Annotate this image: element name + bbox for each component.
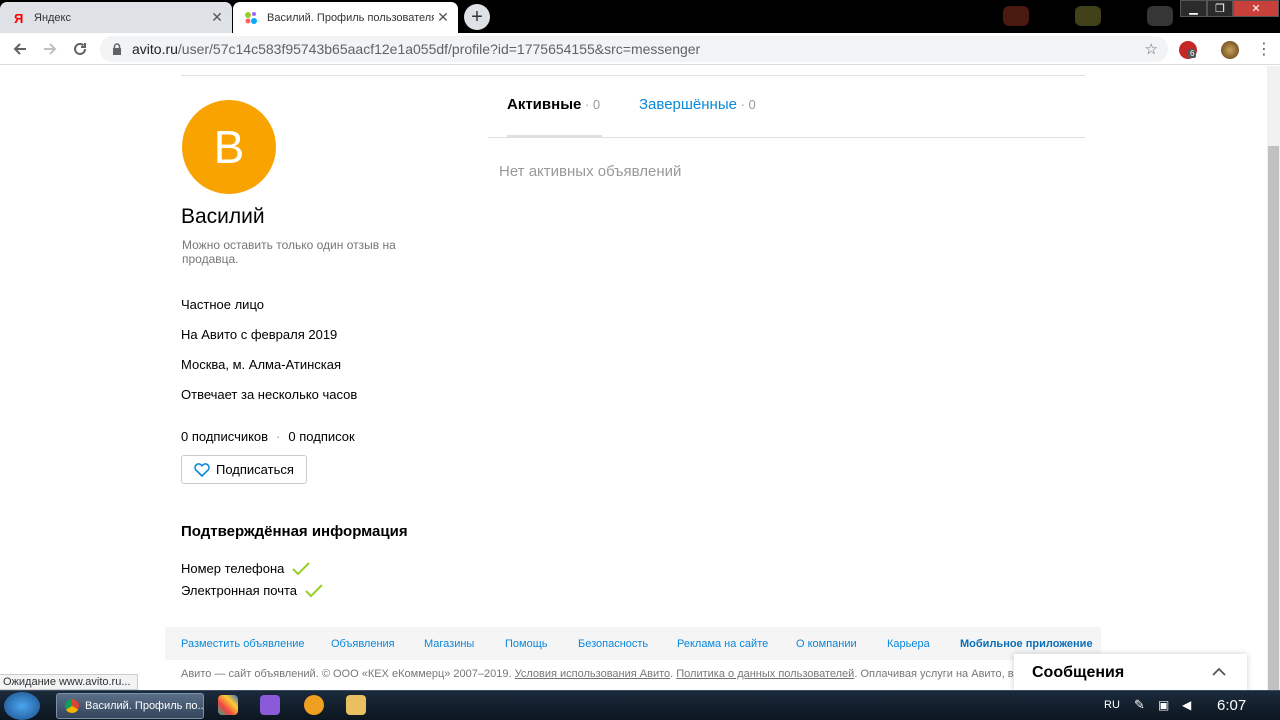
profile-extension-icon[interactable]: [1221, 41, 1239, 59]
tab-yandex[interactable]: Я Яндекс ✕: [0, 2, 232, 33]
tab-separator: ·: [581, 97, 593, 112]
volume-icon[interactable]: ◀: [1182, 698, 1191, 712]
taskbar-chrome-window[interactable]: Василий. Профиль по...: [56, 693, 204, 719]
privacy-link[interactable]: Политика о данных пользователей: [676, 668, 854, 680]
tab-avito[interactable]: Василий. Профиль пользователя на Авито ✕: [233, 2, 458, 33]
avatar: В: [182, 100, 276, 194]
verified-item-label: Номер телефона: [181, 561, 285, 576]
subscriber-counts: 0 подписчиков · 0 подписок: [181, 429, 355, 444]
window-decoration: [1003, 6, 1029, 26]
seller-type: Частное лицо: [181, 297, 264, 312]
tab-separator: ·: [736, 97, 749, 112]
profile-name: Василий: [181, 205, 265, 228]
tab-finished-listings[interactable]: Завершённые · 0: [639, 96, 756, 113]
response-time: Отвечает за несколько часов: [181, 387, 358, 402]
window-decoration: [1147, 6, 1173, 26]
verified-info-title: Подтверждённая информация: [181, 523, 408, 540]
footer-link[interactable]: Объявления: [331, 638, 395, 650]
messages-widget[interactable]: Сообщения: [1014, 654, 1247, 692]
footer-legal: Авито — сайт объявлений. © ООО «КЕХ еКом…: [181, 668, 1021, 682]
subscriptions-count[interactable]: 0 подписок: [288, 429, 354, 444]
avatar-letter: В: [213, 121, 245, 173]
close-window-button[interactable]: ✕: [1233, 0, 1279, 17]
footer-link[interactable]: Реклама на сайте: [677, 638, 768, 650]
url-host: avito.ru: [132, 41, 178, 57]
footer-link[interactable]: Магазины: [424, 638, 474, 650]
extension-badge: 6: [1188, 49, 1197, 58]
footer-link[interactable]: Разместить объявление: [181, 638, 305, 650]
music-player-icon[interactable]: [304, 695, 324, 715]
verified-item: Номер телефона: [181, 561, 311, 576]
avito-icon: [243, 10, 259, 26]
footer-link[interactable]: Карьера: [887, 638, 930, 650]
subscribe-button[interactable]: Подписаться: [181, 455, 307, 484]
review-note: Можно оставить только один отзыв на прод…: [182, 238, 396, 266]
tab-count: 0: [592, 97, 601, 112]
taskbar: Василий. Профиль по... RU ✎ ▣ ◀ 6:07: [0, 690, 1280, 720]
footer-link[interactable]: Помощь: [505, 638, 548, 650]
separator: ·: [276, 429, 281, 444]
footer-link[interactable]: О компании: [796, 638, 857, 650]
close-icon[interactable]: ✕: [208, 9, 226, 27]
minimize-button[interactable]: ▁: [1180, 0, 1207, 17]
subscribers-count[interactable]: 0 подписчиков: [181, 429, 268, 444]
lock-icon: [112, 43, 124, 55]
listing-tabs: Активные · 0 Завершённые · 0: [488, 66, 1085, 138]
chevron-up-icon[interactable]: [1211, 664, 1227, 680]
forward-icon[interactable]: [38, 37, 62, 61]
verified-item-label: Электронная почта: [181, 583, 298, 598]
tab-label: Завершённые: [639, 96, 737, 113]
status-bar: Ожидание www.avito.ru...: [0, 674, 138, 690]
heart-icon: [194, 462, 210, 477]
address-bar[interactable]: avito.ru/user/57c14c583f95743b65aacf12e1…: [100, 36, 1168, 62]
svg-text:Я: Я: [14, 11, 23, 25]
language-indicator[interactable]: RU: [1104, 699, 1120, 711]
member-since: На Авито с февраля 2019: [181, 327, 338, 342]
paint-icon[interactable]: [218, 695, 238, 715]
footer-links: Разместить объявление Объявления Магазин…: [165, 627, 1101, 660]
pen-icon[interactable]: ✎: [1134, 697, 1145, 713]
clock[interactable]: 6:07: [1217, 697, 1246, 714]
checkmark-icon: [305, 583, 323, 597]
start-button[interactable]: [4, 692, 40, 720]
chrome-icon: [65, 699, 79, 713]
tab-title: Яндекс: [34, 11, 71, 24]
maximize-button[interactable]: ❐: [1207, 0, 1233, 17]
location: Москва, м. Алма-Атинская: [181, 357, 342, 372]
tab-title: Василий. Профиль пользователя на Авито: [267, 11, 434, 24]
terms-link[interactable]: Условия использования Авито: [515, 668, 671, 680]
tab-active-listings[interactable]: Активные · 0: [507, 96, 600, 113]
browser-tab-bar: Я Яндекс ✕ Василий. Профиль пользователя…: [0, 0, 1280, 33]
verified-item: Электронная почта: [181, 583, 323, 598]
back-icon[interactable]: [8, 37, 32, 61]
network-icon[interactable]: ▣: [1158, 698, 1169, 712]
file-explorer-icon[interactable]: [346, 695, 366, 715]
tab-count: 0: [748, 97, 756, 112]
subscribe-label: Подписаться: [216, 462, 294, 477]
taskbar-task-label: Василий. Профиль по...: [85, 700, 204, 712]
browser-toolbar: avito.ru/user/57c14c583f95743b65aacf12e1…: [0, 33, 1280, 65]
legal-text: Оплачивая услуги на Авито, вы принимаете: [860, 668, 1021, 680]
active-tab-indicator: [507, 135, 602, 138]
adblock-extension-icon[interactable]: 6: [1179, 41, 1197, 59]
menu-icon[interactable]: ⋮: [1252, 37, 1276, 61]
messages-title: Сообщения: [1032, 664, 1125, 681]
footer-link[interactable]: Безопасность: [578, 638, 648, 650]
tab-label: Активные: [507, 96, 582, 113]
visual-studio-icon[interactable]: [260, 695, 280, 715]
bookmark-star-icon[interactable]: ☆: [1145, 40, 1158, 58]
reload-icon[interactable]: [68, 37, 92, 61]
empty-listings-message: Нет активных объявлений: [499, 163, 682, 180]
new-tab-button[interactable]: +: [464, 4, 490, 30]
yandex-icon: Я: [10, 10, 26, 26]
footer-link-mobile-app[interactable]: Мобильное приложение: [960, 638, 1093, 650]
window-decoration: [1075, 6, 1101, 26]
url-path: /user/57c14c583f95743b65aacf12e1a055df/p…: [177, 41, 701, 57]
scrollbar-thumb[interactable]: [1268, 146, 1279, 690]
page-content: В Василий Можно оставить только один отз…: [0, 66, 1267, 690]
checkmark-icon: [292, 561, 311, 575]
legal-text: Авито — сайт объявлений. © ООО «КЕХ еКом…: [181, 668, 512, 680]
url-text: avito.ru/user/57c14c583f95743b65aacf12e1…: [132, 41, 700, 57]
close-icon[interactable]: ✕: [434, 9, 452, 27]
